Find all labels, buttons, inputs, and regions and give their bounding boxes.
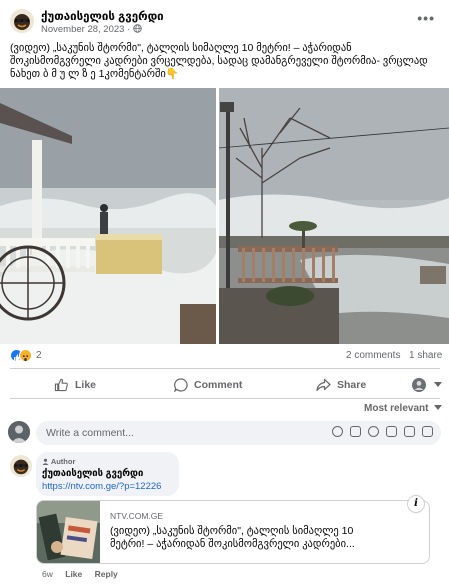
gif-icon[interactable] — [404, 426, 415, 437]
post-date[interactable]: November 28, 2023 — [41, 24, 124, 35]
comment-reply-button[interactable]: Reply — [95, 569, 118, 579]
comment-sort-dropdown[interactable]: Most relevant — [364, 403, 443, 414]
share-button[interactable]: Share — [316, 374, 366, 396]
share-button-label: Share — [337, 379, 367, 391]
comment-composer[interactable]: Write a comment... — [36, 421, 441, 445]
caret-down-icon — [434, 382, 442, 387]
sticker-icon[interactable] — [350, 426, 361, 437]
globe-icon — [133, 24, 142, 33]
comment-time[interactable]: 6w — [42, 569, 53, 579]
more-options-icon[interactable]: ••• — [417, 10, 435, 26]
link-preview-title: (ვიდეო) „საკუნის შტორმი", ტალღის სიმაღლე… — [110, 525, 420, 551]
post-caption: (ვიდეო) „საკუნის შტორმი", ტალღის სიმაღლე… — [10, 42, 442, 81]
comment-bubble: Author ქუთაისელის გვერდი https://ntv.com… — [36, 452, 179, 496]
comment-icon — [174, 378, 188, 392]
thumbs-up-icon — [54, 378, 68, 392]
comment-meta: 6w Like Reply — [42, 569, 118, 579]
divider — [10, 368, 440, 369]
comment-count[interactable]: 2 comments — [346, 350, 400, 361]
link-preview-card[interactable]: NTV.COM.GE (ვიდეო) „საკუნის შტორმი", ტალ… — [36, 500, 430, 564]
post-media[interactable] — [0, 88, 449, 344]
link-preview-domain: NTV.COM.GE — [110, 511, 164, 521]
reactions-summary: 2 2 comments 1 share — [0, 347, 449, 365]
divider — [10, 398, 440, 399]
post-header: ქუთაისელის გვერდი November 28, 2023 · ••… — [0, 0, 449, 42]
author-badge: Author — [42, 457, 75, 466]
caption-line: ნახეთ ბ მ უ ლ ზ ე 1კომენტარში👇 — [10, 68, 179, 80]
comment-author-name[interactable]: ქუთაისელის გვერდი — [42, 468, 143, 479]
page-name[interactable]: ქუთაისელის გვერდი — [41, 9, 164, 23]
reaction-icons[interactable] — [10, 349, 34, 363]
author-icon — [42, 458, 49, 465]
link-preview-thumbnail — [37, 501, 100, 563]
author-badge-label: Author — [50, 457, 76, 466]
share-count[interactable]: 1 share — [409, 350, 442, 361]
react-as-selector[interactable] — [412, 374, 448, 396]
composer-tools — [332, 426, 433, 437]
link-title-line: მეტრი! – აჭარიდან შოკისმომგვრელი კადრები… — [110, 538, 355, 550]
reaction-count[interactable]: 2 — [36, 350, 42, 361]
comment-input[interactable]: Write a comment... — [46, 427, 134, 439]
link-title-line: (ვიდეო) „საკუნის შტორმი", ტალღის სიმაღლე… — [110, 525, 354, 537]
sticker-pack-icon[interactable] — [422, 426, 433, 437]
comment-author-avatar[interactable] — [10, 455, 32, 477]
storm-photo-left[interactable] — [0, 88, 216, 344]
like-button-label: Like — [75, 379, 97, 391]
comment-button[interactable]: Comment — [174, 374, 242, 396]
like-button[interactable]: Like — [54, 374, 96, 396]
avatar-sticker-icon[interactable] — [332, 426, 343, 437]
caption-line: (ვიდეო) „საკუნის შტორმი", ტალღის სიმაღლე… — [10, 42, 352, 54]
storm-photo-right[interactable] — [218, 88, 449, 344]
caret-down-icon — [434, 405, 443, 410]
sort-label: Most relevant — [364, 403, 429, 414]
post-meta: November 28, 2023 · — [41, 24, 142, 35]
comment-button-label: Comment — [194, 379, 243, 391]
comment-like-button[interactable]: Like — [65, 569, 82, 579]
share-icon — [316, 378, 331, 392]
camera-icon[interactable] — [386, 426, 397, 437]
comment-link[interactable]: https://ntv.com.ge/?p=12226 — [42, 481, 161, 492]
wow-reaction-icon — [19, 349, 32, 362]
info-icon[interactable]: i — [407, 495, 425, 513]
my-avatar[interactable] — [8, 421, 30, 443]
caption-line: შოკისმომგვრელი კადრები ვრცელდება, სადაც … — [10, 55, 428, 67]
user-avatar-icon — [412, 378, 426, 392]
page-avatar[interactable] — [10, 9, 34, 33]
emoji-icon[interactable] — [368, 426, 379, 437]
